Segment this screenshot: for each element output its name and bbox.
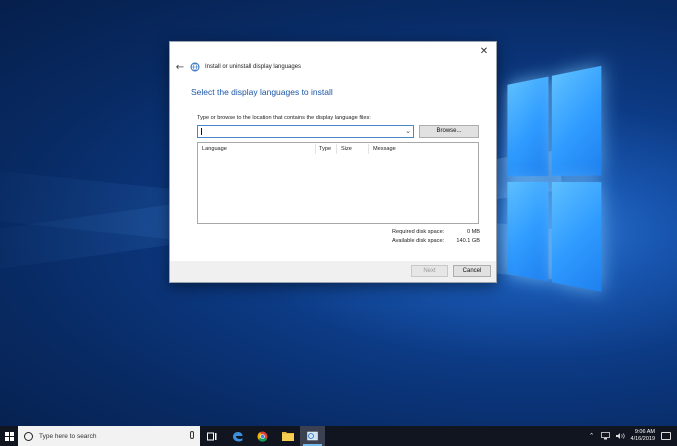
system-tray: ⌃ 9:06 AM 4/16/2019 xyxy=(589,429,677,443)
path-label: Type or browse to the location that cont… xyxy=(197,115,371,121)
notification-center-icon[interactable] xyxy=(661,432,671,440)
windows-start-icon xyxy=(4,431,14,441)
chevron-down-icon[interactable]: ⌄ xyxy=(405,126,411,137)
list-header: Language Type Size Message xyxy=(198,143,478,155)
search-placeholder: Type here to search xyxy=(39,432,97,440)
column-divider[interactable] xyxy=(336,144,337,154)
taskbar-search-box[interactable]: Type here to search xyxy=(18,426,200,446)
cancel-button[interactable]: Cancel xyxy=(453,265,491,277)
next-button[interactable]: Next xyxy=(411,265,448,277)
column-type[interactable]: Type xyxy=(319,146,331,152)
microphone-icon[interactable] xyxy=(190,431,194,439)
back-arrow-icon[interactable]: ← xyxy=(175,62,185,73)
install-display-languages-dialog: ✕ ← Install or uninstall display languag… xyxy=(169,41,497,283)
dialog-titlebar: ← Install or uninstall display languages xyxy=(175,60,301,74)
language-globe-icon xyxy=(307,431,318,440)
language-settings-taskbar-button[interactable] xyxy=(300,426,325,446)
required-space-label: Required disk space: xyxy=(392,229,445,235)
path-combobox[interactable]: ⌄ xyxy=(197,125,414,138)
file-explorer-taskbar-button[interactable] xyxy=(275,426,300,446)
taskbar: Type here to search ⌃ 9:06 AM 4/16/2019 xyxy=(0,426,677,446)
language-globe-icon xyxy=(190,62,200,72)
clock-time: 9:06 AM xyxy=(634,429,655,435)
column-divider[interactable] xyxy=(315,144,316,154)
task-view-icon xyxy=(207,432,217,440)
column-message[interactable]: Message xyxy=(373,146,396,152)
windows-logo xyxy=(507,65,603,296)
volume-icon[interactable] xyxy=(615,432,625,440)
clock-date: 4/16/2019 xyxy=(630,436,655,442)
edge-icon xyxy=(233,431,243,441)
network-icon[interactable] xyxy=(600,432,610,440)
chrome-icon xyxy=(257,431,268,442)
available-space-label: Available disk space: xyxy=(392,238,445,244)
chevron-up-icon[interactable]: ⌃ xyxy=(589,432,595,440)
required-space-value: 0 MB xyxy=(466,229,480,235)
task-view-button[interactable] xyxy=(200,426,225,446)
search-icon xyxy=(24,431,33,441)
start-button[interactable] xyxy=(0,426,18,446)
edge-taskbar-button[interactable] xyxy=(225,426,250,446)
available-space-value: 140.1 GB xyxy=(456,238,480,244)
dialog-footer: Next Cancel xyxy=(170,261,496,282)
language-list[interactable]: Language Type Size Message xyxy=(197,142,479,224)
close-button[interactable]: ✕ xyxy=(477,45,491,59)
text-caret xyxy=(201,128,202,135)
folder-icon xyxy=(281,432,294,441)
browse-button[interactable]: Browse... xyxy=(419,125,479,138)
column-language[interactable]: Language xyxy=(202,146,227,152)
column-divider[interactable] xyxy=(368,144,369,154)
dialog-title: Install or uninstall display languages xyxy=(205,64,302,70)
column-size[interactable]: Size xyxy=(341,146,352,152)
system-clock[interactable]: 9:06 AM 4/16/2019 xyxy=(631,429,655,443)
chrome-taskbar-button[interactable] xyxy=(250,426,275,446)
page-heading: Select the display languages to install xyxy=(191,87,333,97)
disk-space-info: Required disk space: 0 MB Available disk… xyxy=(392,228,480,246)
